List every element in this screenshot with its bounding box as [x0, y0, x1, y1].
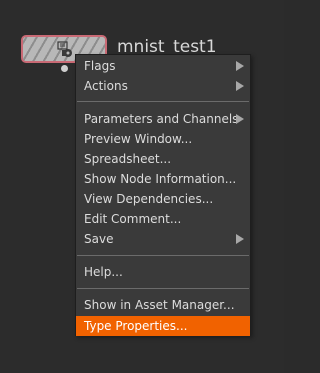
hda-node-icon [57, 41, 72, 57]
menu-item-flags[interactable]: Flags [76, 56, 250, 76]
menu-item-type-properties[interactable]: Type Properties... [76, 316, 250, 336]
menu-item-label: Parameters and Channels [84, 112, 239, 126]
menu-item-show-in-asset-manager[interactable]: Show in Asset Manager... [76, 295, 250, 315]
submenu-arrow-icon [236, 61, 244, 71]
menu-item-label: Spreadsheet... [84, 152, 172, 166]
menu-item-edit-comment[interactable]: Edit Comment... [76, 209, 250, 229]
submenu-arrow-icon [236, 114, 244, 124]
menu-separator [77, 288, 249, 289]
submenu-arrow-icon [236, 81, 244, 91]
menu-item-parameters-and-channels[interactable]: Parameters and Channels [76, 109, 250, 129]
menu-item-spreadsheet[interactable]: Spreadsheet... [76, 149, 250, 169]
node-output-connector[interactable] [61, 65, 68, 72]
menu-item-help[interactable]: Help... [76, 262, 250, 282]
menu-item-label: Type Properties... [84, 319, 188, 333]
menu-item-view-dependencies[interactable]: View Dependencies... [76, 189, 250, 209]
menu-item-save[interactable]: Save [76, 229, 250, 249]
network-canvas[interactable]: mnist_test1 Flags Actions Parameters and… [0, 0, 284, 373]
menu-item-label: Preview Window... [84, 132, 193, 146]
menu-item-label: Actions [84, 79, 128, 93]
menu-item-actions[interactable]: Actions [76, 76, 250, 96]
menu-separator [77, 101, 249, 102]
menu-item-label: Show in Asset Manager... [84, 298, 235, 312]
menu-item-label: Save [84, 232, 114, 246]
submenu-arrow-icon [236, 234, 244, 244]
menu-separator [77, 255, 249, 256]
menu-item-label: View Dependencies... [84, 192, 214, 206]
menu-item-label: Help... [84, 265, 123, 279]
menu-item-preview-window[interactable]: Preview Window... [76, 129, 250, 149]
menu-item-show-node-information[interactable]: Show Node Information... [76, 169, 250, 189]
context-menu: Flags Actions Parameters and Channels Pr… [75, 54, 251, 336]
menu-item-label: Flags [84, 59, 116, 73]
menu-item-label: Show Node Information... [84, 172, 237, 186]
menu-item-label: Edit Comment... [84, 212, 182, 226]
